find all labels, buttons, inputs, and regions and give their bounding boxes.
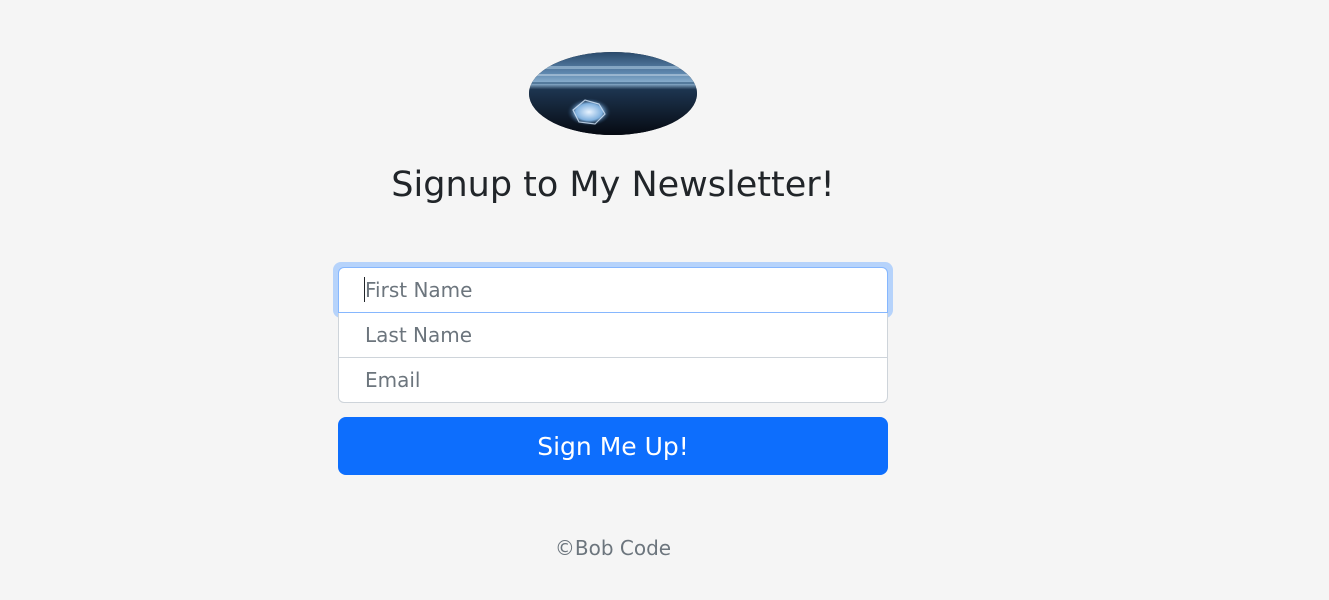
signup-form bbox=[333, 262, 893, 403]
ice-on-beach-icon bbox=[529, 52, 697, 135]
email-input[interactable] bbox=[338, 357, 888, 403]
page-title: Signup to My Newsletter! bbox=[391, 165, 835, 205]
sign-up-button[interactable]: Sign Me Up! bbox=[338, 417, 888, 475]
logo-image bbox=[529, 52, 697, 135]
first-name-input[interactable] bbox=[338, 267, 888, 313]
text-caret bbox=[364, 277, 365, 302]
signup-page: Signup to My Newsletter! Sign Me Up! ©Bo… bbox=[0, 0, 1329, 600]
copyright-footer: ©Bob Code bbox=[554, 536, 672, 560]
last-name-input[interactable] bbox=[338, 312, 888, 358]
